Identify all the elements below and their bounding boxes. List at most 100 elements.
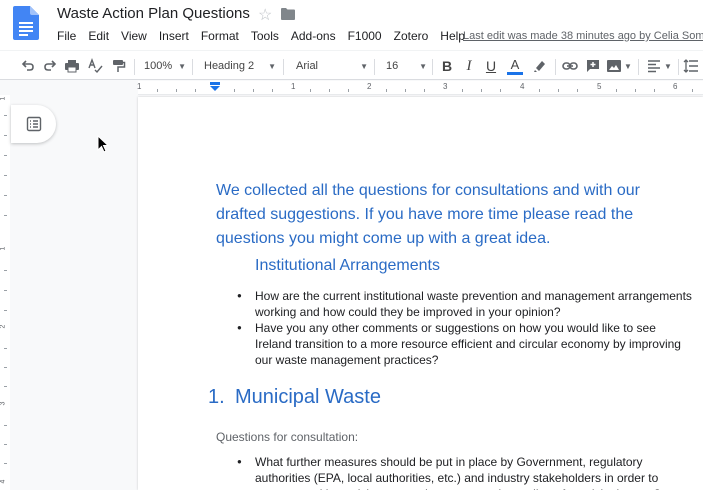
- font-size-select[interactable]: 16 ▼: [386, 56, 427, 76]
- menu-file[interactable]: File: [51, 28, 82, 46]
- star-icon[interactable]: ☆: [258, 5, 272, 25]
- menu-view[interactable]: View: [115, 28, 153, 46]
- docs-logo-icon[interactable]: [13, 6, 39, 40]
- vertical-ruler-tick: [4, 155, 7, 156]
- add-comment-icon: [587, 60, 599, 72]
- underline-button[interactable]: U: [482, 56, 500, 76]
- vertical-ruler-tick: [4, 135, 7, 136]
- indent-marker-icon[interactable]: [209, 82, 221, 91]
- vertical-ruler-tick: [4, 195, 7, 196]
- insert-image-button[interactable]: ▼: [604, 56, 634, 76]
- vertical-ruler-tick: [4, 115, 7, 116]
- ruler-tick: [195, 89, 196, 92]
- ruler-tick: [157, 89, 158, 92]
- undo-button[interactable]: [18, 56, 38, 76]
- menu-zotero[interactable]: Zotero: [388, 28, 435, 46]
- heading-municipal-waste[interactable]: 1. Municipal Waste: [208, 386, 381, 409]
- zoom-select[interactable]: 100% ▼: [144, 56, 186, 76]
- list-item[interactable]: ● How are the current institutional wast…: [234, 288, 694, 320]
- folder-icon[interactable]: [281, 8, 295, 20]
- bullet-icon: ●: [237, 323, 242, 332]
- ruler-number: 6: [673, 82, 678, 91]
- redo-button[interactable]: [40, 56, 60, 76]
- list-item[interactable]: ● What further measures should be put in…: [234, 454, 694, 490]
- chevron-down-icon: ▼: [178, 61, 186, 71]
- vertical-ruler-tick: [4, 386, 7, 387]
- document-outline-button[interactable]: [11, 105, 56, 143]
- list-item-text: How are the current institutional waste …: [255, 289, 692, 319]
- ruler-tick: [253, 89, 254, 92]
- vertical-ruler-tick: [4, 425, 7, 426]
- chevron-down-icon: ▼: [419, 61, 427, 71]
- menu-tools[interactable]: Tools: [245, 28, 285, 46]
- text-color-button[interactable]: A: [505, 56, 525, 76]
- align-button[interactable]: ▼: [644, 56, 674, 76]
- menu-insert[interactable]: Insert: [153, 28, 195, 46]
- chevron-down-icon: ▼: [268, 61, 276, 71]
- vertical-ruler-tick: [4, 270, 7, 271]
- highlight-button[interactable]: [530, 56, 550, 76]
- vertical-ruler-tick: [4, 348, 7, 349]
- document-title[interactable]: Waste Action Plan Questions: [57, 5, 250, 22]
- heading-text: Municipal Waste: [235, 386, 381, 408]
- menu-f1000[interactable]: F1000: [342, 28, 388, 46]
- chevron-down-icon: ▼: [360, 61, 368, 71]
- list-item-text: What further measures should be put in p…: [255, 455, 661, 490]
- intro-paragraph[interactable]: We collected all the questions for consu…: [216, 179, 686, 251]
- vertical-ruler-tick: [4, 215, 7, 216]
- paragraph-style-value: Heading 2: [204, 60, 255, 72]
- paint-format-button[interactable]: [108, 56, 128, 76]
- ruler-tick: [424, 89, 425, 92]
- heading-number: 1.: [208, 386, 225, 408]
- ruler-number: 1: [291, 82, 296, 91]
- insert-link-button[interactable]: [560, 56, 580, 76]
- paint-format-icon: [113, 60, 126, 72]
- undo-icon: [21, 60, 34, 71]
- ruler-tick: [539, 89, 540, 92]
- bullet-icon: ●: [237, 457, 242, 466]
- menu-bar: File Edit View Insert Format Tools Add-o…: [51, 28, 471, 46]
- italic-button[interactable]: I: [460, 56, 478, 76]
- line-spacing-icon: [683, 59, 698, 73]
- paragraph-style-select[interactable]: Heading 2 ▼: [204, 56, 276, 76]
- spellcheck-icon: [88, 58, 103, 74]
- ruler-tick: [329, 89, 330, 92]
- menu-edit[interactable]: Edit: [82, 28, 115, 46]
- outline-list-icon: [26, 116, 41, 132]
- chevron-down-icon: ▼: [664, 61, 672, 71]
- line-spacing-button[interactable]: [682, 56, 700, 76]
- document-page[interactable]: We collected all the questions for consu…: [138, 97, 703, 490]
- list-item[interactable]: ● Have you any other comments or suggest…: [234, 320, 694, 368]
- chevron-down-icon: ▼: [624, 61, 632, 71]
- font-size-value: 16: [386, 60, 399, 72]
- horizontal-ruler[interactable]: 1 1 2 3 4 5 6: [0, 81, 703, 95]
- bold-button[interactable]: B: [438, 56, 456, 76]
- spellcheck-button[interactable]: [85, 56, 105, 76]
- section-heading[interactable]: Institutional Arrangements: [255, 257, 440, 275]
- ruler-tick: [500, 89, 501, 92]
- menu-format[interactable]: Format: [195, 28, 245, 46]
- consultation-subtitle[interactable]: Questions for consultation:: [216, 430, 358, 444]
- ruler-number: 2: [367, 82, 372, 91]
- link-icon: [562, 62, 578, 70]
- ruler-tick: [577, 89, 578, 92]
- align-left-icon: [648, 60, 661, 73]
- vertical-ruler[interactable]: 1 1 2 3 4: [0, 95, 10, 490]
- ruler-tick: [272, 89, 273, 92]
- vertical-ruler-tick: [4, 290, 7, 291]
- ruler-number: 5: [597, 82, 602, 91]
- ruler-number: 4: [520, 82, 525, 91]
- title-bar: Waste Action Plan Questions ☆ File Edit …: [0, 0, 703, 50]
- vertical-ruler-tick: [4, 463, 7, 464]
- menu-addons[interactable]: Add-ons: [285, 28, 342, 46]
- ruler-tick: [176, 89, 177, 92]
- ruler-tick: [635, 89, 636, 92]
- last-edit-link[interactable]: Last edit was made 38 minutes ago by Cel…: [463, 30, 703, 42]
- ruler-tick: [386, 89, 387, 92]
- print-button[interactable]: [62, 56, 82, 76]
- font-select[interactable]: Arial ▼: [296, 56, 368, 76]
- vertical-ruler-tick: [4, 175, 7, 176]
- insert-comment-button[interactable]: [583, 56, 603, 76]
- ruler-tick: [654, 89, 655, 92]
- bullet-icon: ●: [237, 291, 242, 300]
